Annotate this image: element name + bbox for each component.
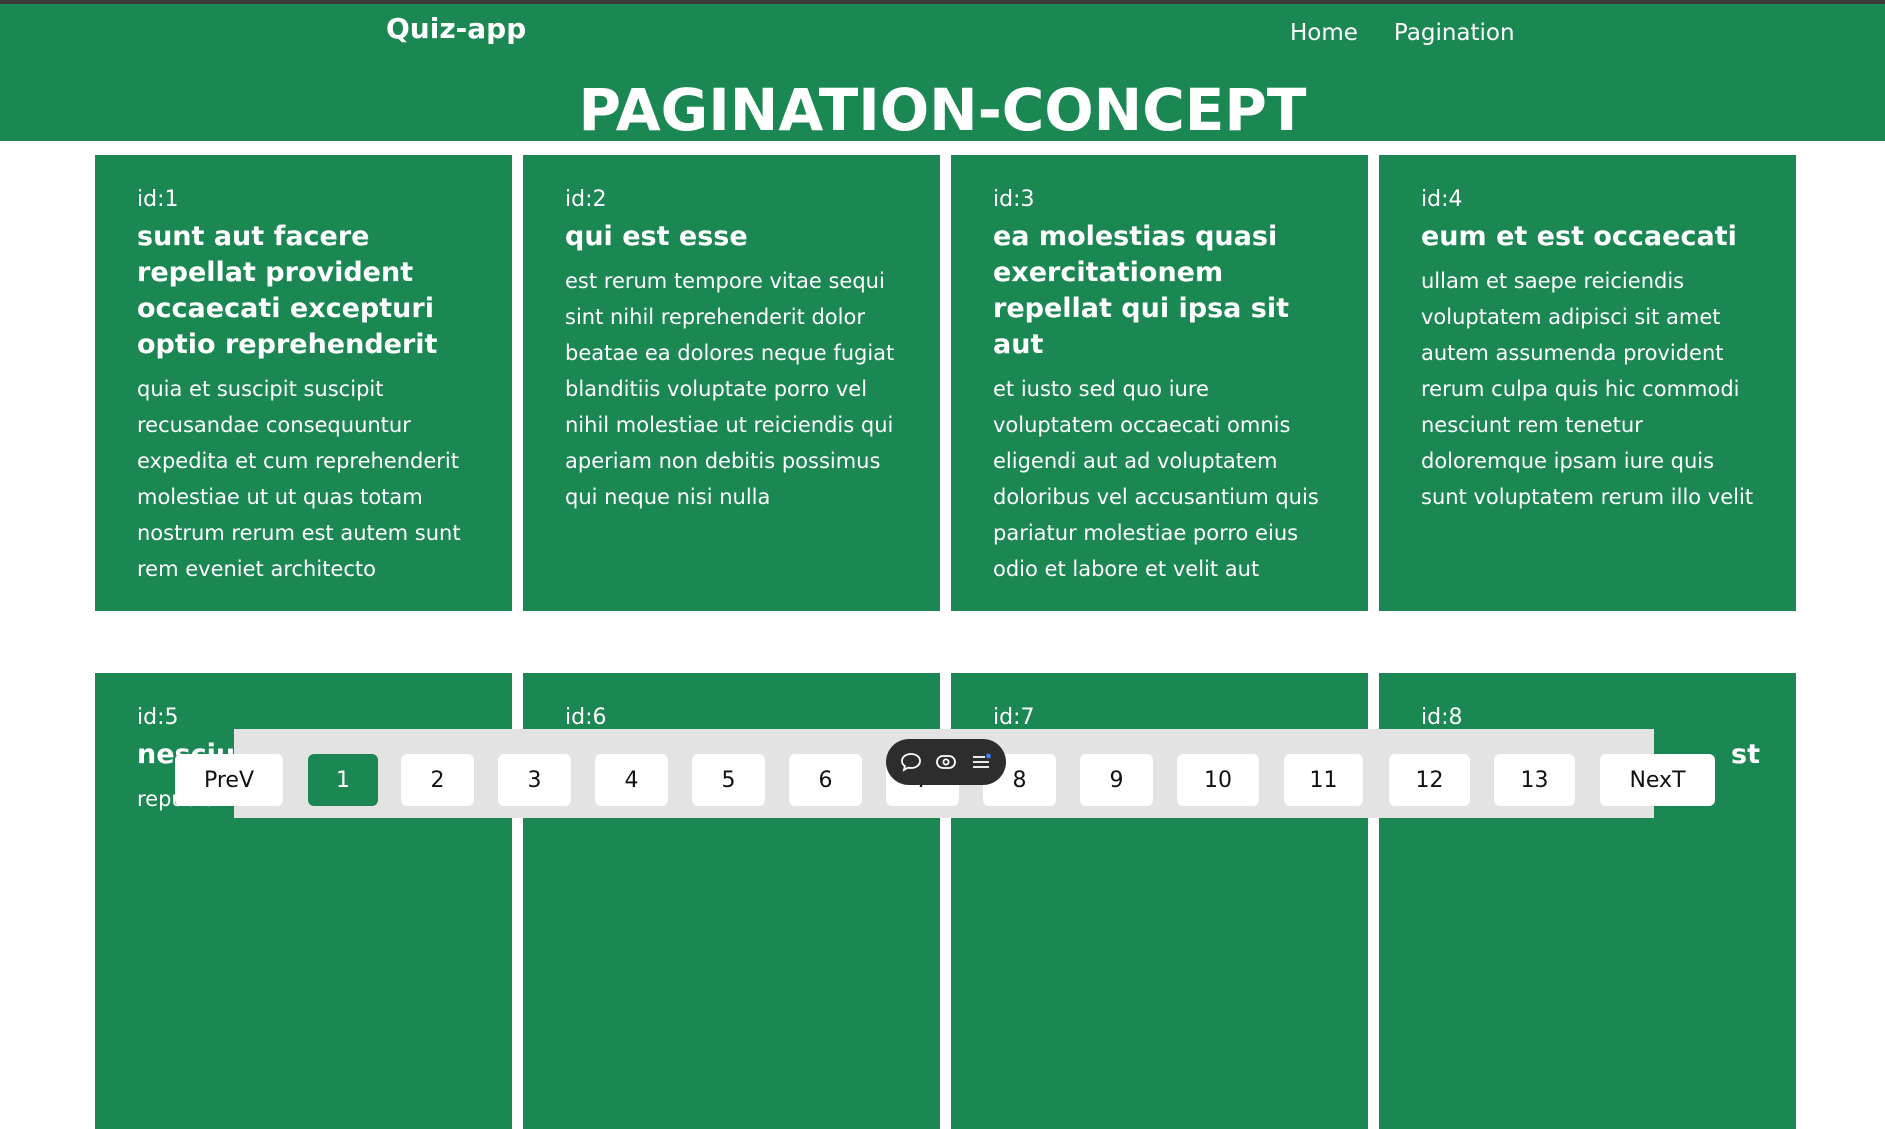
post-title: sunt aut facere repellat provident occae… xyxy=(137,221,438,360)
floating-toolbar xyxy=(886,739,1006,785)
page-button-4[interactable]: 4 xyxy=(595,754,668,806)
chat-icon[interactable] xyxy=(898,749,924,775)
post-body: ullam et saepe reiciendis voluptatem adi… xyxy=(1421,269,1754,509)
post-body: quia et suscipit suscipit recusandae con… xyxy=(137,377,461,581)
post-id: id:4 xyxy=(1421,187,1463,212)
post-card: id:4 eum et est occaecati ullam et saepe… xyxy=(1379,155,1796,611)
page-title: PAGINATION-CONCEPT xyxy=(578,76,1307,144)
post-body: est rerum tempore vitae sequi sint nihil… xyxy=(565,269,895,509)
brand-logo[interactable]: Quiz-app xyxy=(386,12,526,45)
post-card: id:1 sunt aut facere repellat provident … xyxy=(95,155,512,611)
post-id: id:3 xyxy=(993,187,1035,212)
post-title: ea molestias quasi exercitationem repell… xyxy=(993,221,1290,360)
post-title: qui est esse xyxy=(565,221,748,252)
page-button-5[interactable]: 5 xyxy=(692,754,765,806)
page-button-1[interactable]: 1 xyxy=(308,754,378,806)
next-button[interactable]: NexT xyxy=(1600,754,1715,806)
page-button-10[interactable]: 10 xyxy=(1177,754,1259,806)
main-nav: Home Pagination xyxy=(1290,20,1515,46)
post-card: id:3 ea molestias quasi exercitationem r… xyxy=(951,155,1368,611)
page-button-2[interactable]: 2 xyxy=(401,754,474,806)
page-button-13[interactable]: 13 xyxy=(1494,754,1575,806)
page-button-3[interactable]: 3 xyxy=(498,754,571,806)
site-header: Quiz-app Home Pagination PAGINATION-CONC… xyxy=(0,4,1885,144)
post-card: id:2 qui est esse est rerum tempore vita… xyxy=(523,155,940,611)
post-id: id:2 xyxy=(565,187,607,212)
page-button-11[interactable]: 11 xyxy=(1284,754,1363,806)
post-grid: id:1 sunt aut facere repellat provident … xyxy=(95,155,1796,1129)
menu-icon[interactable] xyxy=(968,749,994,775)
nav-link-home[interactable]: Home xyxy=(1290,20,1358,46)
post-title: eum et est occaecati xyxy=(1421,221,1737,252)
post-body: et iusto sed quo iure voluptatem occaeca… xyxy=(993,377,1319,581)
page-button-12[interactable]: 12 xyxy=(1389,754,1470,806)
page-button-6[interactable]: 6 xyxy=(789,754,862,806)
eye-icon[interactable] xyxy=(933,749,959,775)
page-button-9[interactable]: 9 xyxy=(1080,754,1153,806)
post-id: id:1 xyxy=(137,187,179,212)
nav-link-pagination[interactable]: Pagination xyxy=(1394,20,1515,46)
prev-button[interactable]: PreV xyxy=(175,754,283,806)
